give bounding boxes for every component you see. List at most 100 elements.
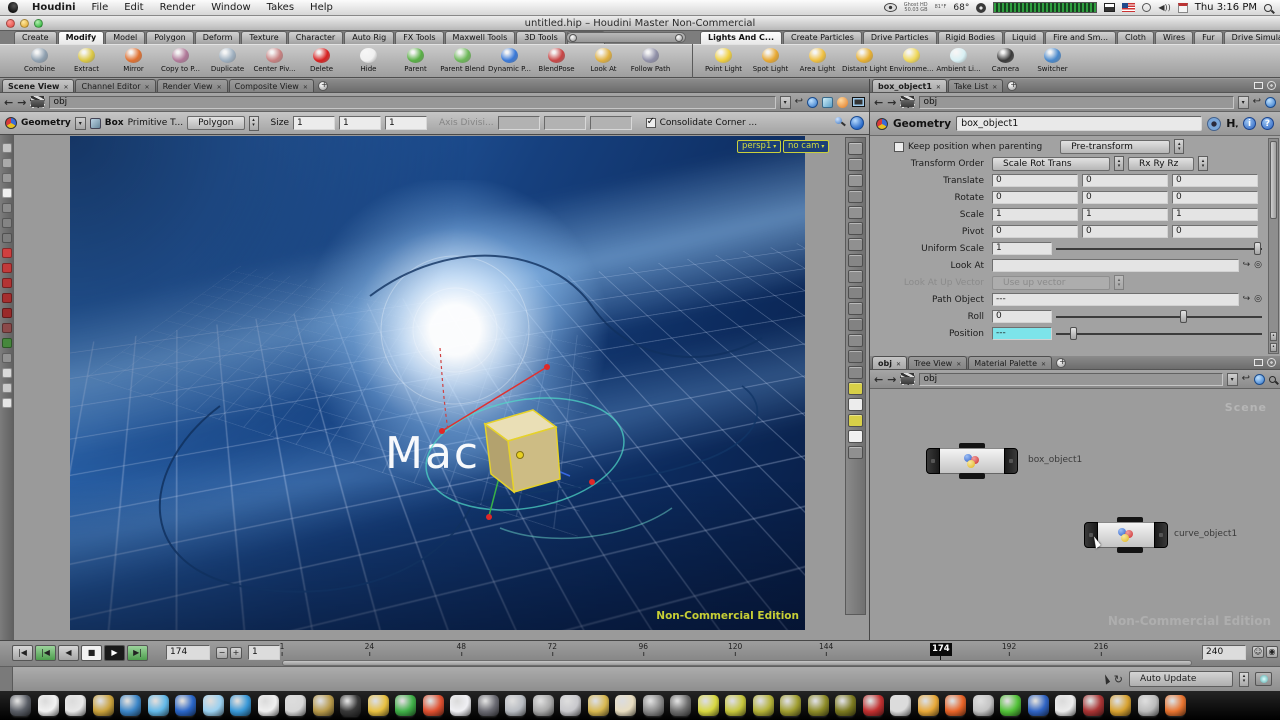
position-slider[interactable] — [1056, 327, 1262, 340]
shelf-tab[interactable]: Character — [288, 31, 344, 44]
dock-app-icon[interactable] — [1138, 695, 1159, 716]
prev-keyframe-button[interactable]: |◀ — [35, 645, 56, 661]
display-option-icon[interactable] — [848, 174, 863, 187]
dock-app-icon[interactable] — [230, 695, 251, 716]
scroll-up-button[interactable]: • — [1270, 343, 1277, 352]
back-arrow-icon[interactable]: ← — [4, 97, 13, 108]
path-dropdown-button[interactable] — [780, 96, 791, 109]
shelf-tool[interactable]: Hide — [345, 46, 392, 73]
dock-app-icon[interactable] — [725, 695, 746, 716]
shelf-tool[interactable]: Environme... — [888, 46, 935, 73]
shelf-tab[interactable]: Model — [105, 31, 145, 44]
shelf-scroll-left-button[interactable] — [569, 34, 577, 42]
shelf-tab[interactable]: Create — [14, 31, 57, 44]
play-button[interactable]: ▶ — [104, 645, 125, 661]
menu-item[interactable]: Help — [310, 2, 333, 13]
display-option-icon[interactable] — [848, 318, 863, 331]
shelf-tool[interactable]: Area Light — [794, 46, 841, 73]
dock-app-icon[interactable] — [285, 695, 306, 716]
display-option-icon[interactable] — [848, 430, 863, 443]
gear-icon[interactable] — [976, 3, 986, 13]
node-left-flag[interactable] — [926, 448, 940, 474]
param-scrollbar[interactable]: • • — [1268, 138, 1279, 354]
display-option-icon[interactable] — [848, 414, 863, 427]
viewport-tool-icon[interactable] — [2, 203, 12, 213]
stop-button[interactable]: ■ — [81, 645, 102, 661]
viewport-nocam-menu[interactable]: no cam — [783, 140, 829, 153]
path-dropdown-button[interactable] — [1238, 96, 1249, 109]
close-tab-icon[interactable] — [303, 82, 308, 91]
dock-app-icon[interactable] — [1110, 695, 1131, 716]
viewport-help-icon[interactable] — [850, 116, 864, 130]
uniform-scale-slider[interactable] — [1056, 242, 1262, 255]
shelf-tool[interactable]: Camera — [982, 46, 1029, 73]
display-option-icon[interactable] — [848, 398, 863, 411]
display-option-icon[interactable] — [848, 302, 863, 315]
dock-app-icon[interactable] — [863, 695, 884, 716]
dock-app-icon[interactable] — [203, 695, 224, 716]
translate-z-field[interactable]: 0 — [1172, 174, 1258, 187]
scrollbar-thumb[interactable] — [1270, 141, 1277, 219]
shelf-tool[interactable]: Spot Light — [747, 46, 794, 73]
viewport-tool-icon[interactable] — [2, 263, 12, 273]
network-search-icon[interactable] — [1269, 376, 1276, 383]
network-type-icon[interactable] — [900, 96, 915, 108]
display-option-icon[interactable] — [848, 206, 863, 219]
pane-tab[interactable]: Tree View — [908, 356, 967, 369]
translate-x-field[interactable]: 0 — [992, 174, 1078, 187]
dock-app-icon[interactable] — [1055, 695, 1076, 716]
node-body[interactable] — [940, 448, 1004, 474]
viewport-tool-icon[interactable] — [2, 383, 12, 393]
shelf-tab[interactable]: Modify — [58, 31, 105, 44]
maximize-pane-icon[interactable] — [1254, 359, 1263, 366]
rotate-order-dropdown[interactable]: Rx Ry Rz — [1128, 157, 1194, 171]
shelf-tool[interactable]: Duplicate — [204, 46, 251, 73]
auto-update-dropdown[interactable]: Auto Update — [1129, 671, 1233, 687]
size-z-field[interactable]: 1 — [385, 116, 427, 130]
pretransform-dropdown[interactable]: Pre-transform — [1060, 140, 1170, 154]
dock-app-icon[interactable] — [835, 695, 856, 716]
node-right-flag[interactable] — [1004, 448, 1018, 474]
dock-app-icon[interactable] — [258, 695, 279, 716]
cpu-graph-icon[interactable] — [993, 2, 1097, 13]
h-button[interactable]: H — [1226, 117, 1238, 130]
dock-app-icon[interactable] — [10, 695, 31, 716]
close-tab-icon[interactable] — [217, 82, 222, 91]
consolidate-checkbox[interactable] — [646, 118, 656, 128]
shelf-tool[interactable]: BlendPose — [533, 46, 580, 73]
shelf-tab[interactable]: Auto Rig — [344, 31, 394, 44]
close-tab-icon[interactable] — [145, 82, 150, 91]
size-x-field[interactable]: 1 — [293, 116, 335, 130]
display-option-icon[interactable] — [848, 446, 863, 459]
input-language-flag-icon[interactable] — [1122, 3, 1135, 12]
window-switch-icon[interactable] — [1104, 3, 1115, 12]
back-arrow-icon[interactable]: ← — [874, 374, 883, 385]
viewport-tool-icon[interactable] — [2, 368, 12, 378]
viewport-tool-icon[interactable] — [2, 323, 12, 333]
calendar-icon[interactable] — [1178, 3, 1188, 13]
dock-app-icon[interactable] — [753, 695, 774, 716]
frame-increment-button[interactable]: + — [230, 647, 242, 659]
shelf-tab[interactable]: Polygon — [146, 31, 193, 44]
gear-menu-icon[interactable] — [1207, 117, 1221, 131]
dock-app-icon[interactable] — [368, 695, 389, 716]
op-select-icon[interactable]: ◎ — [1254, 295, 1262, 304]
dock-app-icon[interactable] — [973, 695, 994, 716]
shelf-tool[interactable]: Mirror — [110, 46, 157, 73]
auto-update-spinner[interactable] — [1239, 672, 1249, 687]
dock-app-icon[interactable] — [533, 695, 554, 716]
link-indicator-icon[interactable] — [1265, 97, 1276, 108]
dock-app-icon[interactable] — [395, 695, 416, 716]
shelf-tool[interactable]: Parent — [392, 46, 439, 73]
dock-app-icon[interactable] — [890, 695, 911, 716]
dock-app-icon[interactable] — [120, 695, 141, 716]
pretransform-spinner[interactable] — [1174, 139, 1184, 154]
viewport-3d[interactable]: Mac — [70, 136, 805, 630]
node-right-flag[interactable] — [1154, 522, 1168, 548]
refresh-icon[interactable]: ↻ — [1114, 674, 1123, 685]
primitive-mode-dropdown[interactable]: Polygon — [187, 116, 244, 130]
keep-position-checkbox[interactable] — [894, 142, 904, 152]
display-option-icon[interactable] — [848, 238, 863, 251]
add-tab-button[interactable] — [1056, 358, 1066, 368]
shelf-tab[interactable]: Drive Particles — [863, 31, 937, 44]
